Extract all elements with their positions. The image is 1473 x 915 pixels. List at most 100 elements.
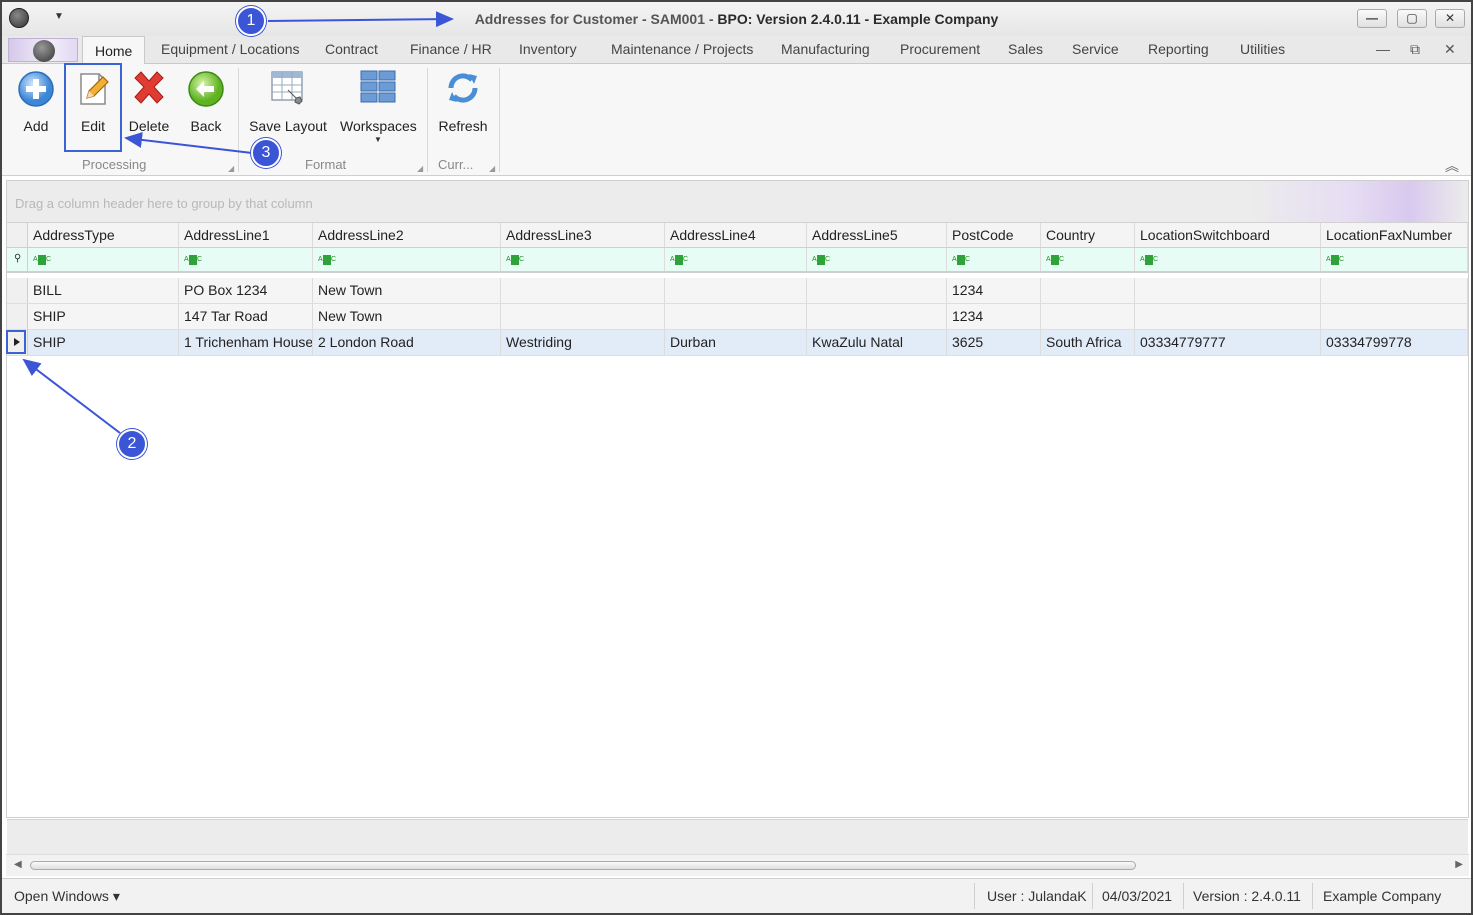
column-header[interactable]: PostCode <box>947 223 1041 247</box>
cell-locationswitchboard[interactable]: 03334779777 <box>1135 330 1321 355</box>
tab-inventory[interactable]: Inventory <box>519 41 577 57</box>
column-header[interactable]: AddressLine1 <box>179 223 313 247</box>
refresh-button[interactable]: Refresh <box>436 68 490 134</box>
filter-cell[interactable] <box>179 248 313 271</box>
row-indicator[interactable] <box>7 278 28 303</box>
add-button[interactable]: Add <box>14 68 58 134</box>
column-header[interactable]: AddressLine2 <box>313 223 501 247</box>
filter-cell[interactable] <box>1135 248 1321 271</box>
open-windows-menu[interactable]: Open Windows ▾ <box>14 888 120 905</box>
cell-postcode[interactable]: 3625 <box>947 330 1041 355</box>
filter-cell[interactable] <box>28 248 179 271</box>
cell-addresstype[interactable]: SHIP <box>28 330 179 355</box>
cell-addressline5[interactable] <box>807 278 947 303</box>
collapse-ribbon-icon[interactable]: ︽ <box>1445 156 1459 176</box>
filter-cell[interactable] <box>1041 248 1135 271</box>
filter-cell[interactable] <box>313 248 501 271</box>
table-row[interactable]: BILL PO Box 1234 New Town 1234 <box>7 278 1468 304</box>
scroll-right-icon[interactable]: ▶ <box>1455 859 1463 870</box>
cell-locationfaxnumber[interactable]: 03334799778 <box>1321 330 1468 355</box>
filter-cell[interactable] <box>501 248 665 271</box>
tab-service[interactable]: Service <box>1072 41 1119 57</box>
cell-country[interactable]: South Africa <box>1041 330 1135 355</box>
tab-reporting[interactable]: Reporting <box>1148 41 1209 57</box>
cell-locationswitchboard[interactable] <box>1135 278 1321 303</box>
column-header[interactable]: AddressLine4 <box>665 223 807 247</box>
cell-addressline3[interactable] <box>501 304 665 329</box>
cell-addressline3[interactable] <box>501 278 665 303</box>
cell-addressline2[interactable]: New Town <box>313 304 501 329</box>
column-header[interactable]: AddressLine5 <box>807 223 947 247</box>
minimize-button[interactable]: — <box>1357 9 1387 28</box>
cell-locationfaxnumber[interactable] <box>1321 304 1468 329</box>
title-bar: ▼ Addresses for Customer - SAM001 - BPO:… <box>2 2 1471 36</box>
cell-addressline4[interactable] <box>665 304 807 329</box>
maximize-button[interactable]: ▢ <box>1397 9 1427 28</box>
column-header[interactable]: LocationSwitchboard <box>1135 223 1321 247</box>
cell-locationswitchboard[interactable] <box>1135 304 1321 329</box>
horizontal-scrollbar[interactable]: ◀ ▶ <box>6 854 1469 876</box>
tab-finance-hr[interactable]: Finance / HR <box>410 41 492 57</box>
cell-country[interactable] <box>1041 304 1135 329</box>
mdi-restore-button[interactable]: ⧉ <box>1410 41 1420 58</box>
tab-sales[interactable]: Sales <box>1008 41 1043 57</box>
processing-launcher-icon[interactable]: ◢ <box>228 164 234 173</box>
filter-cell[interactable] <box>807 248 947 271</box>
tab-equipment-locations[interactable]: Equipment / Locations <box>161 41 300 57</box>
current-launcher-icon[interactable]: ◢ <box>489 164 495 173</box>
mdi-minimize-button[interactable]: — <box>1376 41 1390 57</box>
cell-postcode[interactable]: 1234 <box>947 304 1041 329</box>
table-row-focused[interactable]: SHIP 1 Trichenham House 2 London Road We… <box>7 330 1468 356</box>
tab-home[interactable]: Home <box>82 36 146 65</box>
cell-addressline4[interactable] <box>665 278 807 303</box>
back-arrow-icon <box>186 68 226 108</box>
cell-addressline2[interactable]: 2 London Road <box>313 330 501 355</box>
cell-country[interactable] <box>1041 278 1135 303</box>
status-separator <box>1092 883 1093 909</box>
close-button[interactable]: ✕ <box>1435 9 1465 28</box>
ribbon-tabs: Home Equipment / Locations Contract Fina… <box>2 36 1471 65</box>
scrollbar-thumb[interactable] <box>30 861 1136 870</box>
cell-addressline5[interactable]: KwaZulu Natal <box>807 330 947 355</box>
cell-addressline2[interactable]: New Town <box>313 278 501 303</box>
text-filter-icon <box>670 255 688 265</box>
text-filter-icon <box>33 255 51 265</box>
tab-maintenance-projects[interactable]: Maintenance / Projects <box>611 41 753 57</box>
tab-manufacturing[interactable]: Manufacturing <box>781 41 870 57</box>
tab-contract[interactable]: Contract <box>325 41 378 57</box>
column-header[interactable]: AddressType <box>28 223 179 247</box>
filter-cell[interactable] <box>665 248 807 271</box>
group-separator <box>427 68 428 172</box>
back-button[interactable]: Back <box>185 68 227 134</box>
cell-postcode[interactable]: 1234 <box>947 278 1041 303</box>
cell-addressline4[interactable]: Durban <box>665 330 807 355</box>
column-header[interactable]: LocationFaxNumber <box>1321 223 1468 247</box>
cell-locationfaxnumber[interactable] <box>1321 278 1468 303</box>
scroll-left-icon[interactable]: ◀ <box>14 859 22 870</box>
filter-cell[interactable] <box>947 248 1041 271</box>
cell-addresstype[interactable]: SHIP <box>28 304 179 329</box>
format-launcher-icon[interactable]: ◢ <box>417 164 423 173</box>
text-filter-icon <box>506 255 524 265</box>
cell-addressline5[interactable] <box>807 304 947 329</box>
cell-addresstype[interactable]: BILL <box>28 278 179 303</box>
save-layout-button[interactable]: Save Layout <box>248 68 328 134</box>
column-header[interactable]: AddressLine3 <box>501 223 665 247</box>
delete-button[interactable]: Delete <box>126 68 172 134</box>
cell-addressline3[interactable]: Westriding <box>501 330 665 355</box>
cell-addressline1[interactable]: 1 Trichenham House <box>179 330 313 355</box>
tab-utilities[interactable]: Utilities <box>1240 41 1285 57</box>
workspaces-button[interactable]: Workspaces ▼ <box>340 68 417 144</box>
column-header[interactable]: Country <box>1041 223 1135 247</box>
mdi-close-button[interactable]: ✕ <box>1444 41 1456 58</box>
table-row[interactable]: SHIP 147 Tar Road New Town 1234 <box>7 304 1468 330</box>
row-indicator[interactable] <box>7 304 28 329</box>
filter-pin-icon: ⚲ <box>14 253 22 264</box>
application-menu-button[interactable] <box>8 38 78 62</box>
cell-addressline1[interactable]: PO Box 1234 <box>179 278 313 303</box>
cell-addressline1[interactable]: 147 Tar Road <box>179 304 313 329</box>
callout-2: 2 <box>117 429 147 459</box>
tab-procurement[interactable]: Procurement <box>900 41 980 57</box>
group-by-panel[interactable]: Drag a column header here to group by th… <box>7 181 1468 223</box>
filter-cell[interactable] <box>1321 248 1468 271</box>
